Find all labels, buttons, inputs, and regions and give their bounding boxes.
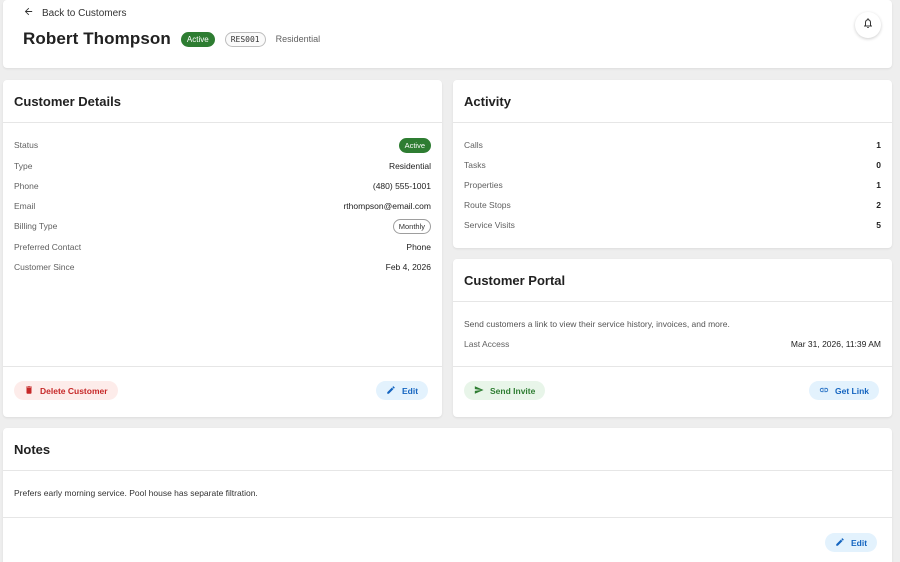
activity-count: 1 — [876, 140, 881, 150]
back-label: Back to Customers — [42, 7, 127, 19]
notifications-button[interactable] — [855, 12, 881, 38]
divider — [3, 517, 892, 518]
delete-customer-label: Delete Customer — [40, 385, 108, 396]
customer-details-title: Customer Details — [14, 94, 121, 109]
delete-customer-button[interactable]: Delete Customer — [14, 381, 118, 400]
detail-label: Billing Type — [14, 221, 58, 231]
detail-row-status: Status Active — [14, 137, 431, 153]
activity-row-properties: Properties 1 — [464, 178, 881, 192]
pencil-icon — [835, 537, 845, 549]
detail-label: Status — [14, 140, 39, 150]
activity-row-route-stops: Route Stops 2 — [464, 198, 881, 212]
arrow-left-icon — [23, 6, 34, 20]
activity-label: Tasks — [464, 160, 486, 170]
back-to-customers-link[interactable]: Back to Customers — [23, 6, 126, 20]
detail-row-preferred-contact: Preferred Contact Phone — [14, 240, 431, 254]
activity-row-tasks: Tasks 0 — [464, 158, 881, 172]
detail-row-billing-type: Billing Type Monthly — [14, 218, 431, 234]
customer-id-badge: RES001 — [224, 31, 266, 47]
divider — [3, 122, 442, 123]
status-badge: Active — [398, 137, 431, 153]
send-invite-button[interactable]: Send Invite — [464, 381, 546, 400]
customer-portal-title: Customer Portal — [464, 273, 566, 288]
detail-row-email: Email rthompson@email.com — [14, 199, 431, 213]
billing-type-badge: Monthly — [392, 218, 431, 234]
notes-text: Prefers early morning service. Pool hous… — [14, 488, 258, 498]
get-link-label: Get Link — [835, 385, 870, 396]
portal-last-access-row: Last Access Mar 31, 2026, 11:39 AM — [464, 337, 881, 351]
customer-name-title: Robert Thompson — [23, 29, 171, 48]
activity-label: Calls — [464, 140, 483, 150]
detail-value: Phone — [406, 242, 431, 252]
detail-row-phone: Phone (480) 555-1001 — [14, 179, 431, 193]
activity-label: Route Stops — [464, 200, 511, 210]
edit-details-button[interactable]: Edit — [376, 381, 429, 400]
send-invite-label: Send Invite — [490, 385, 536, 396]
detail-value: Feb 4, 2026 — [385, 262, 431, 272]
get-link-button[interactable]: Get Link — [809, 381, 880, 400]
activity-row-service-visits: Service Visits 5 — [464, 218, 881, 232]
last-access-value: Mar 31, 2026, 11:39 AM — [790, 339, 881, 349]
activity-title: Activity — [464, 94, 511, 109]
pencil-icon — [386, 385, 396, 397]
activity-count: 0 — [876, 160, 881, 170]
activity-row-calls: Calls 1 — [464, 138, 881, 152]
detail-row-type: Type Residential — [14, 159, 431, 173]
customer-type-label: Residential — [275, 34, 321, 44]
edit-label: Edit — [402, 385, 419, 396]
title-row: Robert Thompson Active RES001 Residentia… — [23, 29, 320, 49]
divider — [453, 122, 892, 123]
detail-value: rthompson@email.com — [343, 201, 431, 211]
edit-notes-button[interactable]: Edit — [825, 533, 878, 552]
activity-count: 1 — [876, 180, 881, 190]
detail-label: Phone — [14, 181, 39, 191]
activity-card: Activity Calls 1 Tasks 0 Properties 1 Ro… — [453, 80, 892, 248]
activity-label: Properties — [464, 180, 503, 190]
page-header: Back to Customers Robert Thompson Active… — [3, 0, 892, 68]
detail-label: Email — [14, 201, 36, 211]
last-access-label: Last Access — [464, 339, 510, 349]
status-badge: Active — [180, 31, 215, 47]
send-icon — [474, 385, 484, 397]
detail-value: Residential — [388, 161, 431, 171]
activity-count: 2 — [876, 200, 881, 210]
trash-icon — [24, 385, 34, 397]
bell-icon — [862, 16, 874, 34]
detail-label: Customer Since — [14, 262, 75, 272]
notes-card: Notes Prefers early morning service. Poo… — [3, 428, 892, 562]
customer-portal-card: Customer Portal Send customers a link to… — [453, 259, 892, 417]
detail-label: Type — [14, 161, 33, 171]
divider — [3, 470, 892, 471]
customer-details-card: Customer Details Status Active Type Resi… — [3, 80, 442, 417]
link-icon — [819, 385, 829, 397]
divider — [453, 366, 892, 367]
detail-label: Preferred Contact — [14, 242, 82, 252]
activity-label: Service Visits — [464, 220, 515, 230]
notes-title: Notes — [14, 442, 51, 457]
detail-value: (480) 555-1001 — [372, 181, 431, 191]
divider — [3, 366, 442, 367]
detail-row-customer-since: Customer Since Feb 4, 2026 — [14, 260, 431, 274]
portal-description: Send customers a link to view their serv… — [464, 319, 730, 329]
activity-count: 5 — [876, 220, 881, 230]
divider — [453, 301, 892, 302]
edit-label: Edit — [851, 537, 868, 548]
